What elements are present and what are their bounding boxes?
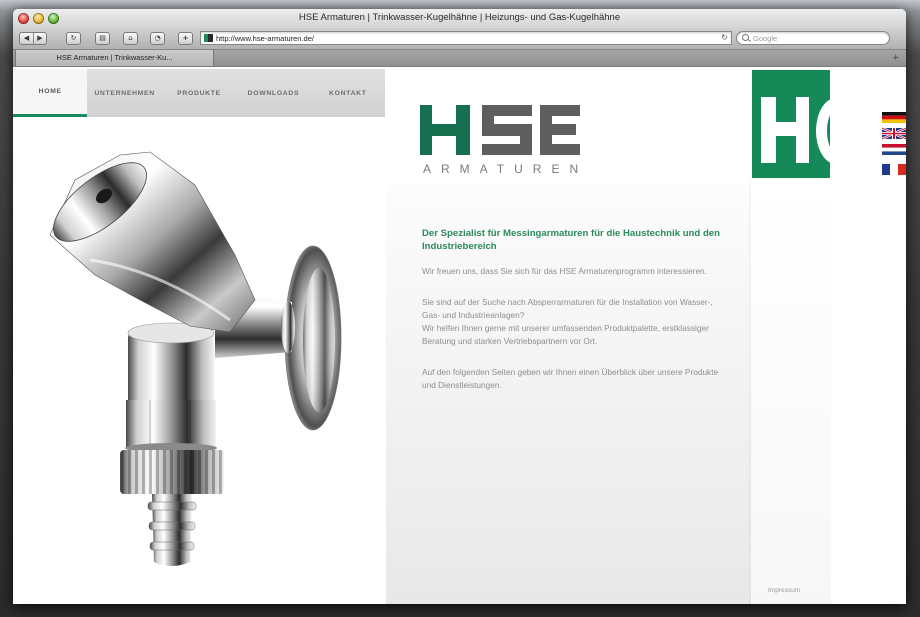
nav-item-home[interactable]: HOME [13,69,88,117]
search-input[interactable] [753,32,883,44]
title-bar: HSE Armaturen | Trinkwasser-Kugelhähne |… [13,9,906,28]
german-flag-icon[interactable] [882,112,906,123]
right-column [751,179,831,604]
intro-paragraph: Auf den folgenden Seiten geben wir Ihnen… [422,367,719,390]
dutch-flag-icon[interactable] [882,144,906,155]
browser-toolbar [13,28,906,50]
french-flag-icon[interactable] [882,164,906,175]
hse-logo-mark [420,105,580,155]
tab-hse-armaturen[interactable]: HSE Armaturen | Trinkwasser-Ku... [15,50,214,66]
logo-letter-e [540,105,580,155]
logo-letter-h [420,105,470,155]
intro-heading: Der Spezialist für Messingarmaturen für … [422,228,721,252]
forward-icon[interactable] [33,33,46,44]
nav-item-downloads[interactable]: DOWNLOADS [236,69,310,117]
faucet-product-image [49,151,342,566]
browser-window: HSE Armaturen | Trinkwasser-Kugelhähne |… [13,9,906,604]
site-favicon-icon [204,34,213,42]
faucet-hose-nozzle [147,494,197,566]
add-bookmark-icon[interactable] [178,32,193,45]
home-icon[interactable] [123,32,138,45]
faucet-hex-nut [125,400,217,453]
faucet-handle [49,151,256,333]
intro-paragraph: Sie sind auf der Suche nach Absperrarmat… [422,297,713,320]
history-icon[interactable] [150,32,165,45]
intro-paragraph: Wir helfen Ihnen gerne mit unserer umfas… [422,323,709,346]
uk-flag-icon[interactable] [882,126,906,141]
intro-article: Der Spezialist für Messingarmaturen für … [422,227,727,392]
brand-square-logo [752,70,830,178]
bookmarks-icon[interactable] [95,32,110,45]
impressum-link[interactable]: Impressum [768,587,800,594]
search-bar[interactable] [736,31,890,45]
search-icon [742,34,749,41]
page-content: HOME UNTERNEHMEN PRODUKTE DOWNLOADS KONT… [13,67,906,604]
window-title: HSE Armaturen | Trinkwasser-Kugelhähne |… [298,12,621,23]
intro-paragraph: Wir freuen uns, dass Sie sich für das HS… [422,266,707,276]
reload-icon[interactable] [66,32,81,45]
faucet-knurled-ring [120,450,224,494]
address-reload-icon[interactable] [721,32,728,44]
back-forward-group [19,32,47,45]
language-flags [882,112,906,175]
nav-item-unternehmen[interactable]: UNTERNEHMEN [87,69,161,117]
logo-letter-s [482,105,532,155]
logo-subtitle: ARMATUREN [423,162,589,176]
url-input[interactable] [216,32,711,44]
nav-item-produkte[interactable]: PRODUKTE [162,69,236,117]
tab-bar: HSE Armaturen | Trinkwasser-Ku... [13,50,906,67]
new-tab-icon[interactable] [892,50,900,66]
nav-item-kontakt[interactable]: KONTAKT [311,69,385,117]
main-navigation: HOME UNTERNEHMEN PRODUKTE DOWNLOADS KONT… [13,69,385,117]
back-icon[interactable] [20,33,33,44]
address-bar[interactable] [200,31,732,45]
